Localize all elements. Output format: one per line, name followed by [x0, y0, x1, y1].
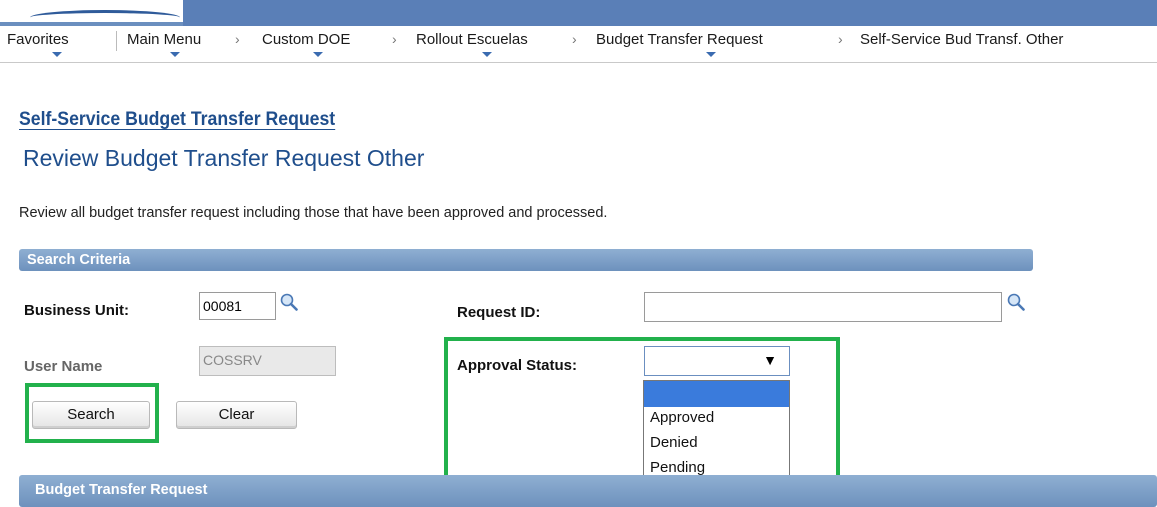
business-unit-input[interactable]: 00081 — [199, 292, 276, 320]
nav-divider — [116, 31, 117, 51]
nav-budget-transfer-request[interactable]: Budget Transfer Request — [596, 31, 763, 48]
approval-status-highlight — [444, 337, 840, 494]
top-banner — [0, 0, 1157, 28]
search-button-highlight — [25, 383, 159, 443]
nav-menu-arrow-icon[interactable] — [52, 52, 62, 57]
logo — [0, 0, 183, 26]
breadcrumb-link[interactable]: Self-Service Budget Transfer Request — [19, 109, 335, 131]
business-unit-label: Business Unit: — [24, 302, 130, 319]
request-id-lookup-icon[interactable] — [1007, 293, 1025, 311]
clear-button[interactable]: Clear — [176, 401, 297, 429]
nav-menu-arrow-icon[interactable] — [706, 52, 716, 57]
nav-separator-icon: › — [235, 31, 240, 47]
instructions-text: Review all budget transfer request inclu… — [19, 205, 608, 221]
nav-separator-icon: › — [838, 31, 843, 47]
nav-rollout-escuelas[interactable]: Rollout Escuelas — [416, 31, 528, 48]
nav-main-menu[interactable]: Main Menu — [127, 31, 201, 48]
navigation-bar: Favorites Main Menu › Custom DOE › Rollo… — [0, 28, 1157, 63]
nav-menu-arrow-icon[interactable] — [313, 52, 323, 57]
nav-separator-icon: › — [392, 31, 397, 47]
user-name-input: COSSRV — [199, 346, 336, 376]
nav-self-service-bud-transf-other[interactable]: Self-Service Bud Transf. Other — [860, 31, 1063, 48]
request-id-input[interactable] — [644, 292, 1002, 322]
nav-favorites[interactable]: Favorites — [7, 31, 69, 48]
business-unit-lookup-icon[interactable] — [280, 293, 298, 311]
page-title: Review Budget Transfer Request Other — [23, 145, 425, 171]
search-criteria-header: Search Criteria — [19, 249, 1033, 271]
budget-transfer-request-header: Budget Transfer Request — [19, 475, 1157, 507]
nav-menu-arrow-icon[interactable] — [482, 52, 492, 57]
user-name-label: User Name — [24, 358, 103, 375]
nav-menu-arrow-icon[interactable] — [170, 52, 180, 57]
nav-separator-icon: › — [572, 31, 577, 47]
banner-bar — [183, 0, 1157, 26]
nav-custom-doe[interactable]: Custom DOE — [262, 31, 350, 48]
request-id-label: Request ID: — [457, 304, 541, 321]
